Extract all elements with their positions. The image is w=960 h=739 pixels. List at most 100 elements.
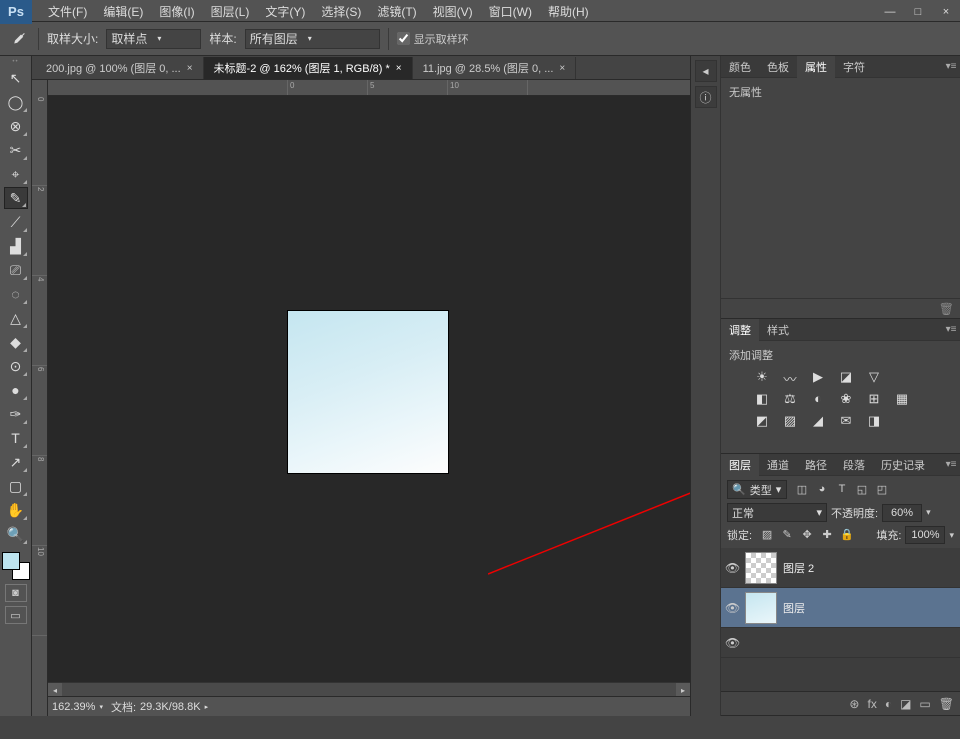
- adj-bw-icon[interactable]: ◐: [809, 391, 827, 407]
- chevron-down-icon[interactable]: ▾: [949, 530, 954, 541]
- lock-pos-icon[interactable]: ✥: [800, 528, 814, 542]
- minimize-button[interactable]: —: [876, 2, 904, 22]
- layer-kind-select[interactable]: 🔍类型▾: [727, 480, 787, 499]
- tool-pen[interactable]: ✑: [4, 403, 28, 425]
- menu-layer[interactable]: 图层(L): [203, 1, 258, 22]
- tool-blur[interactable]: ⊙: [4, 355, 28, 377]
- panel-menu-icon[interactable]: ▾≡: [942, 324, 960, 335]
- filter-shape-icon[interactable]: ◱: [855, 483, 869, 497]
- close-icon[interactable]: ×: [187, 63, 193, 74]
- tab-history[interactable]: 历史记录: [873, 454, 933, 476]
- lock-trans-icon[interactable]: ▨: [760, 528, 774, 542]
- tool-stamp[interactable]: ⎚: [4, 259, 28, 281]
- filter-smart-icon[interactable]: ◰: [875, 483, 889, 497]
- adj-select-icon[interactable]: ◨: [865, 413, 883, 429]
- maximize-button[interactable]: □: [904, 2, 932, 22]
- tab-swatches[interactable]: 色板: [759, 56, 797, 78]
- tool-eraser[interactable]: △: [4, 307, 28, 329]
- opacity-input[interactable]: [882, 504, 922, 522]
- toolbox-handle[interactable]: [2, 58, 30, 66]
- tool-hand[interactable]: ✋: [4, 499, 28, 521]
- scroll-left-icon[interactable]: ◂: [48, 683, 62, 697]
- menu-window[interactable]: 窗口(W): [481, 1, 540, 22]
- adj-poster-icon[interactable]: ▨: [781, 413, 799, 429]
- doc-tab-3[interactable]: 11.jpg @ 28.5% (图层 0, ... ×: [413, 57, 577, 79]
- tool-eyedropper[interactable]: ✎: [4, 187, 28, 209]
- adj-photo-icon[interactable]: ❀: [837, 391, 855, 407]
- status-doc-info[interactable]: 文档: 29.3K/98.8K ▸: [111, 699, 208, 715]
- tab-channels[interactable]: 通道: [759, 454, 797, 476]
- adj-vibrance-icon[interactable]: ▽: [865, 369, 883, 385]
- adj-threshold-icon[interactable]: ◢: [809, 413, 827, 429]
- menu-select[interactable]: 选择(S): [313, 1, 369, 22]
- adj-balance-icon[interactable]: ⚖: [781, 391, 799, 407]
- adj-exposure-icon[interactable]: ◪: [837, 369, 855, 385]
- scroll-right-icon[interactable]: ▸: [676, 683, 690, 697]
- filter-pixel-icon[interactable]: ◫: [795, 483, 809, 497]
- tab-layers[interactable]: 图层: [721, 454, 759, 476]
- screenmode-button[interactable]: ▭: [5, 606, 27, 624]
- show-ring-input[interactable]: [397, 32, 410, 45]
- doc-tab-2[interactable]: 未标题-2 @ 162% (图层 1, RGB/8) * ×: [204, 57, 413, 79]
- link-icon[interactable]: ⊛: [849, 697, 859, 711]
- menu-filter[interactable]: 滤镜(T): [369, 1, 424, 22]
- menu-edit[interactable]: 编辑(E): [95, 1, 151, 22]
- adj-invert-icon[interactable]: ◩: [753, 413, 771, 429]
- chevron-down-icon[interactable]: ▾: [926, 507, 931, 518]
- adj-levels-icon[interactable]: 〰: [781, 369, 799, 385]
- tab-styles[interactable]: 样式: [759, 319, 797, 341]
- layer-thumbnail[interactable]: [745, 592, 777, 624]
- tab-adjustments[interactable]: 调整: [721, 319, 759, 341]
- menu-help[interactable]: 帮助(H): [540, 1, 597, 22]
- tab-properties[interactable]: 属性: [797, 56, 835, 78]
- tool-shape[interactable]: ▢: [4, 475, 28, 497]
- tool-path[interactable]: ↗: [4, 451, 28, 473]
- adj-lookup-icon[interactable]: ▦: [893, 391, 911, 407]
- fill-input[interactable]: [905, 526, 945, 544]
- trash-icon[interactable]: 🗑: [939, 697, 954, 711]
- menu-type[interactable]: 文字(Y): [257, 1, 313, 22]
- layer-row[interactable]: 👁 图层 2: [721, 548, 960, 588]
- menu-view[interactable]: 视图(V): [425, 1, 481, 22]
- mask-icon[interactable]: ◐: [885, 697, 892, 711]
- sample-size-select[interactable]: 取样点 ▾: [106, 29, 201, 49]
- tab-paths[interactable]: 路径: [797, 454, 835, 476]
- fx-icon[interactable]: fx: [867, 697, 876, 711]
- tool-gradient[interactable]: ◆: [4, 331, 28, 353]
- show-ring-checkbox[interactable]: 显示取样环: [397, 31, 469, 47]
- tool-heal[interactable]: ⟋: [4, 211, 28, 233]
- tab-character[interactable]: 字符: [835, 56, 873, 78]
- scrollbar-horizontal[interactable]: ◂ ▸: [48, 682, 690, 696]
- new-layer-icon[interactable]: ▭: [919, 697, 930, 711]
- close-icon[interactable]: ×: [559, 63, 565, 74]
- doc-tab-1[interactable]: 200.jpg @ 100% (图层 0, ... ×: [36, 57, 204, 79]
- adj-brightness-icon[interactable]: ☀: [753, 369, 771, 385]
- adjustment-icon[interactable]: ◪: [900, 697, 911, 711]
- tool-crop[interactable]: ⌖: [4, 163, 28, 185]
- tool-zoom[interactable]: 🔍: [4, 523, 28, 545]
- menu-file[interactable]: 文件(F): [40, 1, 95, 22]
- adj-mixer-icon[interactable]: ⊞: [865, 391, 883, 407]
- tool-type[interactable]: T: [4, 427, 28, 449]
- fg-color-swatch[interactable]: [2, 552, 20, 570]
- panel-menu-icon[interactable]: ▾≡: [942, 61, 960, 72]
- filter-type-icon[interactable]: T: [835, 483, 849, 497]
- scroll-track[interactable]: [62, 683, 676, 696]
- tool-dodge[interactable]: ●: [4, 379, 28, 401]
- adj-gradmap-icon[interactable]: ✉: [837, 413, 855, 429]
- eye-icon[interactable]: 👁: [725, 601, 739, 615]
- trash-icon[interactable]: 🗑: [939, 302, 954, 316]
- status-zoom[interactable]: 162.39% ▾: [52, 701, 103, 713]
- tool-history[interactable]: ◌: [4, 283, 28, 305]
- eye-icon[interactable]: 👁: [725, 561, 739, 575]
- layer-name[interactable]: 图层 2: [783, 560, 814, 576]
- adj-curves-icon[interactable]: ▶: [809, 369, 827, 385]
- layer-name[interactable]: 图层: [783, 600, 805, 616]
- menu-image[interactable]: 图像(I): [151, 1, 202, 22]
- color-swatches[interactable]: [2, 552, 30, 580]
- filter-adj-icon[interactable]: ◕: [815, 483, 829, 497]
- adj-hue-icon[interactable]: ◧: [753, 391, 771, 407]
- tool-brush[interactable]: ▟: [4, 235, 28, 257]
- sample-select[interactable]: 所有图层 ▾: [245, 29, 380, 49]
- blend-mode-select[interactable]: 正常▾: [727, 503, 827, 522]
